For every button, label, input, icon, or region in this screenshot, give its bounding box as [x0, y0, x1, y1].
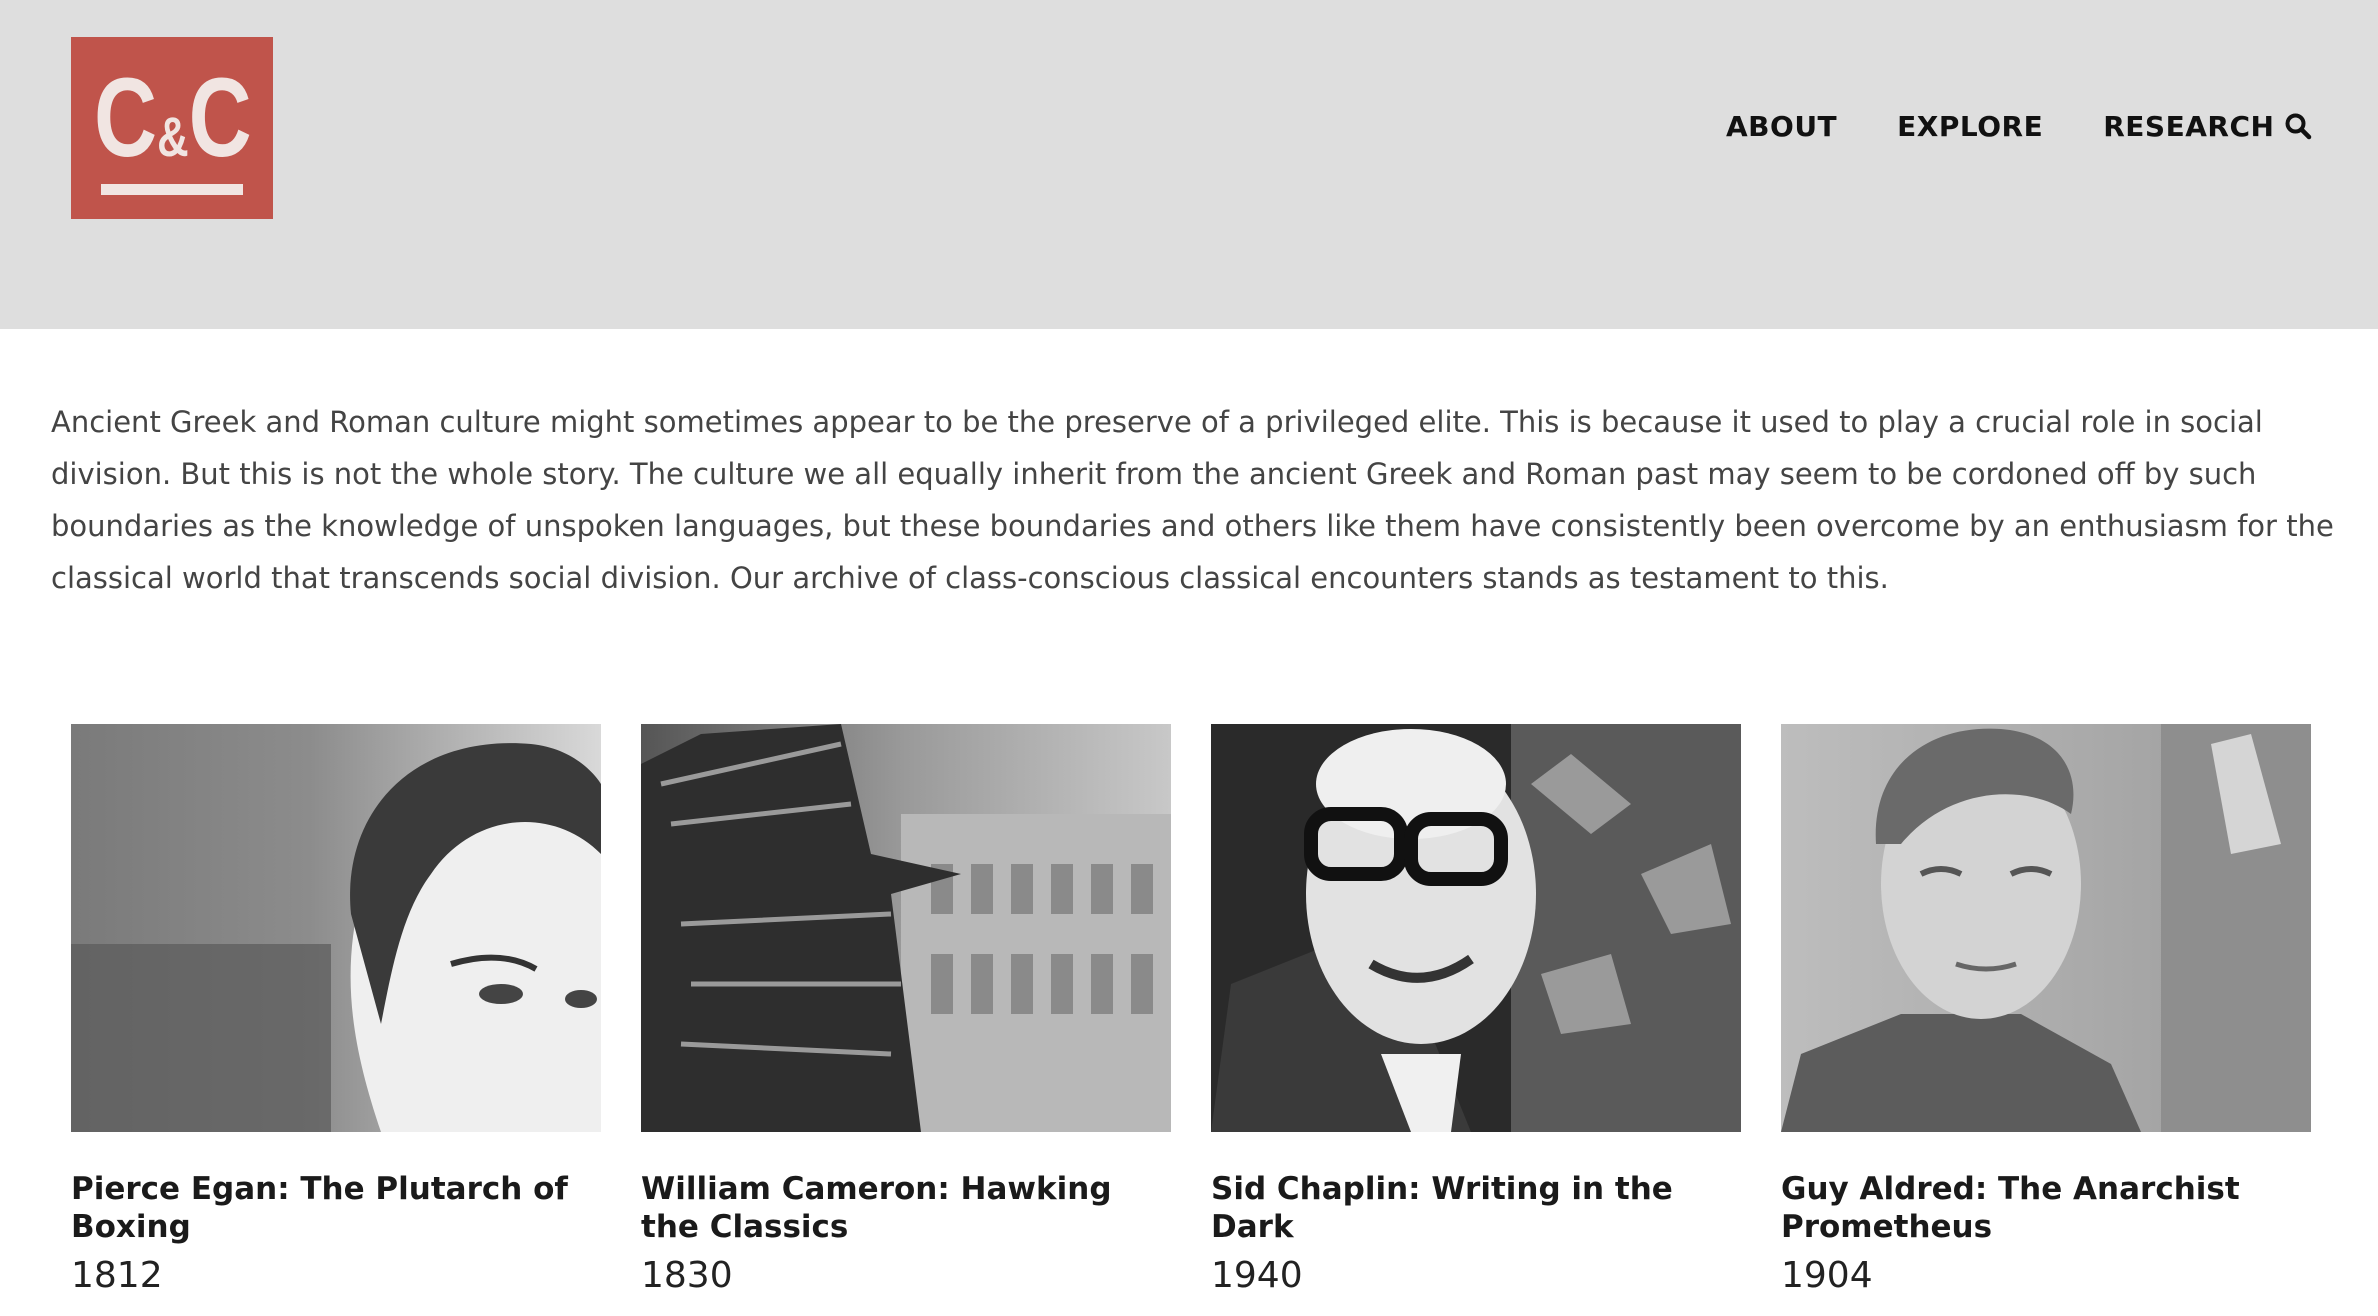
card-image[interactable]	[71, 724, 601, 1132]
card-image[interactable]	[1781, 724, 2311, 1132]
archive-card[interactable]: William Cameron: Hawking the Classics 18…	[641, 724, 1171, 1296]
card-image[interactable]	[1211, 724, 1741, 1132]
nav-research[interactable]: RESEARCH	[2103, 110, 2274, 143]
card-year: 1812	[71, 1255, 163, 1296]
nav-about[interactable]: ABOUT	[1726, 110, 1837, 143]
logo-letter-c2: C	[188, 54, 252, 180]
logo-text: C & C	[93, 54, 252, 180]
archive-card[interactable]: Guy Aldred: The Anarchist Prometheus 190…	[1781, 724, 2311, 1296]
card-year: 1830	[641, 1255, 733, 1296]
nav-explore[interactable]: EXPLORE	[1897, 110, 2043, 143]
main-nav: ABOUT EXPLORE RESEARCH	[1726, 110, 2334, 143]
archive-card[interactable]: Pierce Egan: The Plutarch of Boxing 1812	[71, 724, 601, 1296]
site-header: C & C ABOUT EXPLORE RESEARCH	[0, 0, 2378, 329]
card-title[interactable]: Sid Chaplin: Writing in the Dark	[1211, 1170, 1741, 1246]
intro-text: Ancient Greek and Roman culture might so…	[51, 405, 2334, 595]
card-image[interactable]	[641, 724, 1171, 1132]
logo-underline	[101, 183, 243, 195]
site-logo[interactable]: C & C	[71, 37, 273, 219]
card-title[interactable]: Pierce Egan: The Plutarch of Boxing	[71, 1170, 601, 1246]
search-icon[interactable]	[2284, 112, 2312, 140]
card-year: 1904	[1781, 1255, 1873, 1296]
logo-letter-c1: C	[93, 54, 157, 180]
archive-card[interactable]: Sid Chaplin: Writing in the Dark 1940	[1211, 724, 1741, 1296]
card-title[interactable]: Guy Aldred: The Anarchist Prometheus	[1781, 1170, 2311, 1246]
logo-ampersand: &	[156, 104, 189, 168]
card-year: 1940	[1211, 1255, 1303, 1296]
card-title[interactable]: William Cameron: Hawking the Classics	[641, 1170, 1171, 1246]
